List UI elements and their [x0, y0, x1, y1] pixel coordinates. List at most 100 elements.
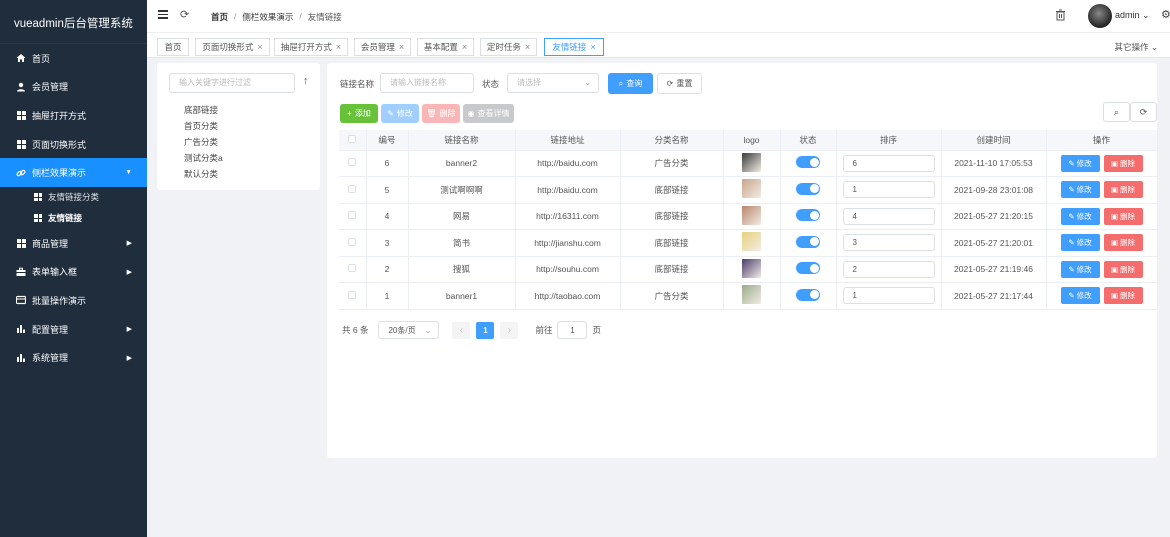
query-button[interactable]: ⌕ 查询 — [608, 73, 653, 94]
pagination: 共 6 条 20条/页 ⌄ ‹ 1 › 前往 1 页 — [342, 321, 601, 339]
sidebar-item[interactable]: 首页 — [0, 44, 147, 73]
sort-input[interactable]: 1 — [842, 287, 935, 305]
row-delete-button[interactable]: ▣ 删除 — [1103, 154, 1143, 172]
sidebar-item[interactable]: 批量操作演示 — [0, 286, 147, 315]
view-detail-button[interactable]: ◉ 查看详情 — [463, 104, 514, 123]
sort-input[interactable]: 2 — [842, 260, 935, 278]
row-checkbox[interactable] — [348, 184, 357, 193]
tab[interactable]: 会员管理 × — [354, 38, 411, 56]
row-checkbox[interactable] — [348, 237, 357, 246]
close-icon[interactable]: × — [590, 42, 595, 52]
tab[interactable]: 基本配置 × — [417, 38, 474, 56]
sort-input[interactable]: 6 — [842, 154, 935, 172]
status-toggle[interactable] — [796, 182, 820, 195]
cell-url: http://souhu.com — [515, 256, 621, 283]
tree-filter-input[interactable]: 输入关键字进行过滤 — [169, 73, 295, 93]
logo-thumbnail[interactable] — [742, 152, 761, 172]
search-toggle-button[interactable]: ⌕ — [1103, 102, 1130, 122]
page-size-select[interactable]: 20条/页 ⌄ — [378, 321, 440, 339]
reset-button[interactable]: ⟳ 重置 — [657, 73, 702, 94]
breadcrumb-item[interactable]: 首页 — [211, 11, 228, 23]
close-icon[interactable]: × — [462, 42, 467, 52]
sidebar-item[interactable]: 系统管理 ▶ — [0, 343, 147, 372]
row-checkbox[interactable] — [348, 211, 357, 220]
sort-input[interactable]: 4 — [842, 207, 935, 225]
sort-input[interactable]: 1 — [842, 181, 935, 199]
logo-thumbnail[interactable] — [742, 179, 761, 199]
refresh-icon[interactable]: ⟳ — [180, 8, 189, 21]
row-delete-button[interactable]: ▣ 删除 — [1103, 260, 1143, 278]
tab[interactable]: 页面切换形式 × — [195, 38, 270, 56]
page-number-current[interactable]: 1 — [476, 321, 495, 339]
row-checkbox[interactable] — [348, 264, 357, 273]
tab[interactable]: 首页 — [157, 38, 189, 56]
row-checkbox[interactable] — [348, 158, 357, 167]
row-edit-button[interactable]: ✎ 修改 — [1060, 260, 1100, 278]
menu-toggle-icon[interactable] — [158, 10, 168, 19]
tree-node[interactable]: 首页分类 — [184, 118, 223, 134]
logo-thumbnail[interactable] — [742, 258, 761, 278]
close-icon[interactable]: × — [399, 42, 404, 52]
name-input[interactable]: 请输入链接名称 — [380, 73, 474, 93]
sidebar-item[interactable]: 页面切换形式 — [0, 130, 147, 159]
row-edit-label: 修改 — [1076, 211, 1092, 221]
status-toggle[interactable] — [796, 288, 820, 301]
sidebar-subitem[interactable]: 友情链接分类 — [0, 187, 147, 208]
status-toggle[interactable] — [796, 235, 820, 248]
delete-button[interactable]: 🗑 删除 — [422, 104, 460, 123]
sidebar-subitem-label: 友情链接 — [48, 213, 83, 224]
select-all-checkbox[interactable] — [348, 134, 357, 143]
row-delete-button[interactable]: ▣ 删除 — [1103, 234, 1143, 252]
sidebar-item[interactable]: 配置管理 ▶ — [0, 315, 147, 344]
gear-icon[interactable]: ⚙ — [1161, 8, 1170, 21]
tree-node[interactable]: 默认分类 — [184, 166, 223, 182]
row-edit-button[interactable]: ✎ 修改 — [1060, 207, 1100, 225]
tree-node[interactable]: 广告分类 — [184, 134, 223, 150]
close-icon[interactable]: × — [525, 42, 530, 52]
next-page-button[interactable]: › — [500, 321, 519, 339]
logo-thumbnail[interactable] — [742, 232, 761, 252]
edit-button[interactable]: ✎ 修改 — [381, 104, 419, 123]
row-edit-button[interactable]: ✎ 修改 — [1060, 234, 1100, 252]
sidebar-item[interactable]: 表单输入框 ▶ — [0, 258, 147, 287]
row-delete-button[interactable]: ▣ 删除 — [1103, 181, 1143, 199]
close-icon[interactable]: × — [336, 42, 341, 52]
goto-page-input[interactable]: 1 — [557, 321, 588, 339]
row-edit-button[interactable]: ✎ 修改 — [1060, 287, 1100, 305]
arrow-up-icon[interactable]: ↑ — [303, 75, 309, 87]
close-icon[interactable]: × — [257, 42, 262, 52]
user-menu[interactable]: admin ⌄ — [1115, 10, 1150, 21]
tree-node[interactable]: 测试分类a — [184, 150, 223, 166]
refresh-button[interactable]: ⟳ — [1130, 102, 1157, 122]
prev-page-button[interactable]: ‹ — [452, 321, 471, 339]
row-edit-button[interactable]: ✎ 修改 — [1060, 154, 1100, 172]
status-select[interactable]: 请选择 ⌄ — [507, 73, 599, 93]
tab[interactable]: 友情链接 × — [544, 38, 604, 56]
status-toggle[interactable] — [796, 209, 820, 222]
logo-thumbnail[interactable] — [742, 285, 761, 305]
sidebar-subitem[interactable]: 友情链接 — [0, 208, 147, 229]
status-toggle[interactable] — [796, 156, 820, 169]
sidebar-item[interactable]: 会员管理 — [0, 73, 147, 102]
cell-category: 底部链接 — [620, 256, 724, 283]
row-checkbox[interactable] — [348, 290, 357, 299]
trash-icon[interactable] — [1055, 9, 1066, 24]
sidebar-item[interactable]: 抽屉打开方式 — [0, 101, 147, 130]
tree-node[interactable]: 底部链接 — [184, 102, 223, 118]
tab[interactable]: 抽屉打开方式 × — [274, 38, 348, 56]
row-edit-button[interactable]: ✎ 修改 — [1060, 181, 1100, 199]
tab-bar: 首页 页面切换形式 × 抽屉打开方式 × 会员管理 × 基本配置 × 定时任务 × 友情链接 × 其它操… — [147, 32, 1170, 58]
sort-input[interactable]: 3 — [842, 234, 935, 252]
row-delete-button[interactable]: ▣ 删除 — [1103, 207, 1143, 225]
row-delete-button[interactable]: ▣ 删除 — [1103, 287, 1143, 305]
add-button[interactable]: + 添加 — [340, 104, 378, 123]
sidebar-item[interactable]: 商品管理 ▶ — [0, 229, 147, 258]
status-toggle[interactable] — [796, 262, 820, 275]
avatar[interactable] — [1088, 4, 1112, 28]
tab[interactable]: 定时任务 × — [480, 38, 537, 56]
other-ops-dropdown[interactable]: 其它操作 ⌄ — [1115, 41, 1159, 53]
cell-created: 2021-05-27 21:19:46 — [941, 256, 1047, 283]
logo-thumbnail[interactable] — [742, 205, 761, 225]
sidebar-item[interactable]: 侧栏效果演示 ▼ — [0, 158, 147, 187]
status-label: 状态 — [482, 79, 500, 89]
